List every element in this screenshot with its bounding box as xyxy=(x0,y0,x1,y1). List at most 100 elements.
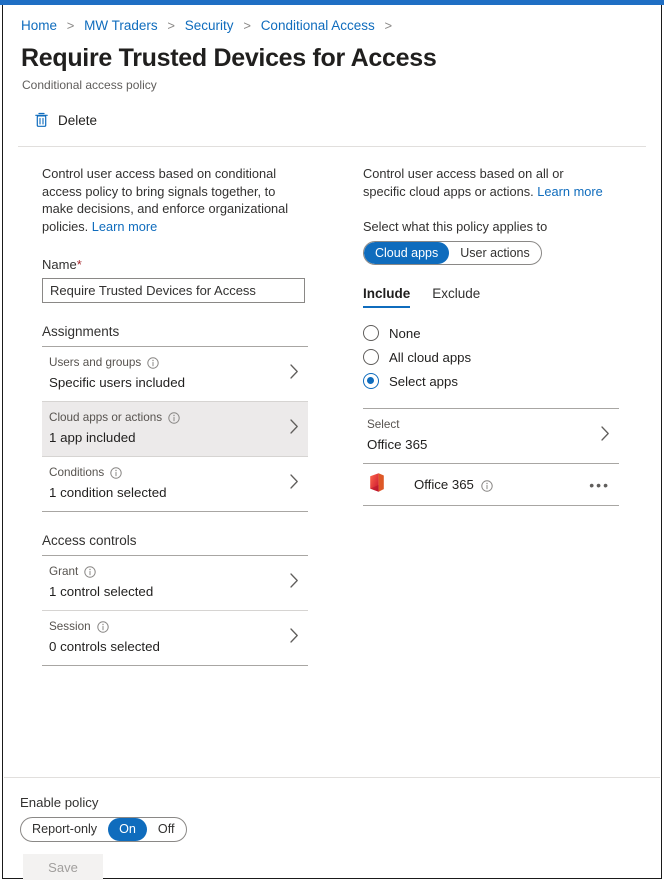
policy-settings-column: Control user access based on conditional… xyxy=(42,165,352,666)
access-control-row-grant[interactable]: Grant 1 control selected xyxy=(42,556,308,611)
row-title: Session xyxy=(49,619,91,635)
name-field-label: Name* xyxy=(42,256,352,273)
breadcrumb-item-security[interactable]: Security xyxy=(185,18,234,33)
info-icon[interactable] xyxy=(481,477,493,492)
row-title-line: Conditions xyxy=(49,465,282,481)
app-name-text: Office 365 xyxy=(414,477,474,492)
chevron-right-icon xyxy=(289,363,300,385)
row-value: Office 365 xyxy=(367,435,593,454)
chevron-right-icon xyxy=(289,418,300,440)
command-bar: Delete xyxy=(4,105,660,135)
info-icon[interactable] xyxy=(97,619,109,635)
radio-label: All cloud apps xyxy=(389,350,471,365)
main-content: Control user access based on conditional… xyxy=(4,147,660,666)
delete-button[interactable]: Delete xyxy=(30,110,101,130)
row-value: Specific users included xyxy=(49,373,282,392)
row-title-line: Session xyxy=(49,619,282,635)
row-title: Select xyxy=(367,417,399,433)
pivot-option-user-actions[interactable]: User actions xyxy=(449,242,540,264)
info-icon[interactable] xyxy=(84,564,96,580)
ellipsis-icon[interactable]: ••• xyxy=(589,480,610,490)
page-title: Require Trusted Devices for Access xyxy=(21,42,660,74)
radio-label: Select apps xyxy=(389,374,458,389)
name-input[interactable]: Require Trusted Devices for Access xyxy=(42,278,305,303)
radio-label: None xyxy=(389,326,421,341)
radio-option-none[interactable]: None xyxy=(363,321,635,345)
row-value: 1 control selected xyxy=(49,582,282,601)
toggle-option-off[interactable]: Off xyxy=(147,818,186,841)
select-apps-row[interactable]: Select Office 365 xyxy=(363,409,619,464)
page-content: Home > MW Traders > Security > Condition… xyxy=(4,7,660,877)
breadcrumb: Home > MW Traders > Security > Condition… xyxy=(4,7,660,35)
pivot-option-cloud-apps[interactable]: Cloud apps xyxy=(364,242,449,264)
chevron-right-icon xyxy=(289,627,300,649)
row-title: Conditions xyxy=(49,465,104,481)
access-controls-row-group: Grant 1 control selected xyxy=(42,555,308,666)
cloud-apps-radio-group: None All cloud apps Select apps xyxy=(363,321,635,393)
policy-applies-pivot: Cloud apps User actions xyxy=(363,241,542,265)
row-title: Users and groups xyxy=(49,355,141,371)
info-icon[interactable] xyxy=(110,465,122,481)
footer-bar: Enable policy Report-only On Off Save xyxy=(4,778,660,880)
office-365-icon xyxy=(367,472,386,498)
row-value: 1 app included xyxy=(49,428,282,447)
row-value: 1 condition selected xyxy=(49,483,282,502)
toggle-option-report-only[interactable]: Report-only xyxy=(21,818,108,841)
include-exclude-tabs: Include Exclude xyxy=(363,286,635,308)
breadcrumb-separator: > xyxy=(167,18,175,33)
access-control-row-session[interactable]: Session 0 controls selected xyxy=(42,611,308,666)
breadcrumb-separator: > xyxy=(67,18,75,33)
info-icon[interactable] xyxy=(147,355,159,371)
radio-button-icon xyxy=(363,325,379,341)
save-button[interactable]: Save xyxy=(23,854,103,880)
info-icon[interactable] xyxy=(168,410,180,426)
app-selection-group: Select Office 365 xyxy=(363,408,619,506)
chevron-right-icon xyxy=(289,572,300,594)
app-name-line: Office 365 xyxy=(414,477,493,492)
enable-policy-label: Enable policy xyxy=(20,795,660,810)
policy-intro-text: Control user access based on conditional… xyxy=(42,165,290,235)
assignment-row-cloud-apps-or-actions[interactable]: Cloud apps or actions 1 app included xyxy=(42,402,308,457)
policy-learn-more-link[interactable]: Learn more xyxy=(92,219,157,234)
name-label-text: Name xyxy=(42,257,77,272)
policy-intro-body: Control user access based on conditional… xyxy=(42,166,288,234)
assignment-row-conditions[interactable]: Conditions 1 condition selected xyxy=(42,457,308,512)
cloud-apps-panel: Control user access based on all or spec… xyxy=(363,165,635,666)
cloud-apps-learn-more-link[interactable]: Learn more xyxy=(537,184,602,199)
page-subtitle: Conditional access policy xyxy=(22,77,660,93)
breadcrumb-item-home[interactable]: Home xyxy=(21,18,57,33)
radio-button-icon-selected xyxy=(363,373,379,389)
radio-option-select-apps[interactable]: Select apps xyxy=(363,369,635,393)
selected-app-row-office-365[interactable]: Office 365 ••• xyxy=(363,464,619,506)
delete-button-label: Delete xyxy=(58,113,97,128)
cloud-apps-intro-body: Control user access based on all or spec… xyxy=(363,166,564,199)
row-value: 0 controls selected xyxy=(49,637,282,656)
breadcrumb-item-mw-traders[interactable]: MW Traders xyxy=(84,18,158,33)
assignments-row-group: Users and groups Specific users included xyxy=(42,346,308,512)
breadcrumb-separator-trailing: > xyxy=(385,18,393,33)
tab-include[interactable]: Include xyxy=(363,286,410,308)
radio-option-all-cloud-apps[interactable]: All cloud apps xyxy=(363,345,635,369)
radio-button-icon xyxy=(363,349,379,365)
row-title-line: Grant xyxy=(49,564,282,580)
chevron-right-icon xyxy=(600,425,611,447)
chevron-right-icon xyxy=(289,473,300,495)
row-title-line: Cloud apps or actions xyxy=(49,410,282,426)
trash-icon xyxy=(34,112,49,128)
row-title-line: Users and groups xyxy=(49,355,282,371)
row-title-line: Select xyxy=(367,417,593,433)
cloud-apps-intro-text: Control user access based on all or spec… xyxy=(363,165,608,200)
conditional-access-policy-page: Home > MW Traders > Security > Condition… xyxy=(0,0,664,881)
access-controls-heading: Access controls xyxy=(42,532,352,550)
enable-policy-toggle: Report-only On Off xyxy=(20,817,187,842)
breadcrumb-separator: > xyxy=(243,18,251,33)
row-title: Cloud apps or actions xyxy=(49,410,162,426)
breadcrumb-item-conditional-access[interactable]: Conditional Access xyxy=(261,18,375,33)
required-indicator: * xyxy=(77,257,82,272)
assignment-row-users-and-groups[interactable]: Users and groups Specific users included xyxy=(42,347,308,402)
applies-to-label: Select what this policy applies to xyxy=(363,218,635,235)
tab-exclude[interactable]: Exclude xyxy=(432,286,480,308)
toggle-option-on[interactable]: On xyxy=(108,818,147,841)
row-title: Grant xyxy=(49,564,78,580)
assignments-heading: Assignments xyxy=(42,323,352,341)
